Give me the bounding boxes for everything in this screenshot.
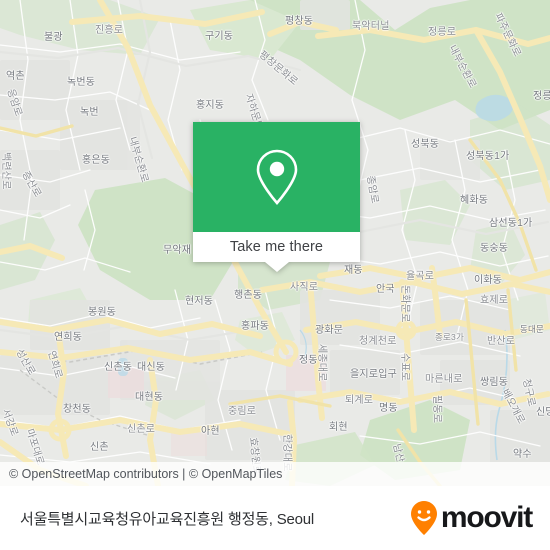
callout-header bbox=[193, 122, 360, 232]
moovit-wordmark: moovit bbox=[440, 501, 533, 534]
location-title: 서울특별시교육청유아교육진흥원 행정동, Seoul bbox=[20, 510, 315, 528]
footer-bar: 서울특별시교육청유아교육진흥원 행정동, Seoul moovit bbox=[0, 486, 550, 550]
moovit-smiley-pin-icon bbox=[410, 501, 437, 535]
location-callout-card[interactable]: Take me there bbox=[193, 122, 360, 272]
callout-pointer bbox=[264, 262, 289, 272]
map-canvas[interactable]: .green { fill:#cfe3c6; } .green2 { fill:… bbox=[0, 0, 550, 486]
take-me-there-button[interactable]: Take me there bbox=[193, 232, 360, 262]
take-me-there-label: Take me there bbox=[229, 239, 324, 255]
map-pin-icon bbox=[256, 149, 297, 205]
attribution-text[interactable]: © OpenStreetMap contributors | © OpenMap… bbox=[9, 467, 282, 481]
moovit-logo[interactable]: moovit bbox=[409, 500, 533, 536]
moovit-map-screen: .green { fill:#cfe3c6; } .green2 { fill:… bbox=[0, 0, 550, 550]
map-attribution-bar: © OpenStreetMap contributors | © OpenMap… bbox=[0, 462, 550, 486]
